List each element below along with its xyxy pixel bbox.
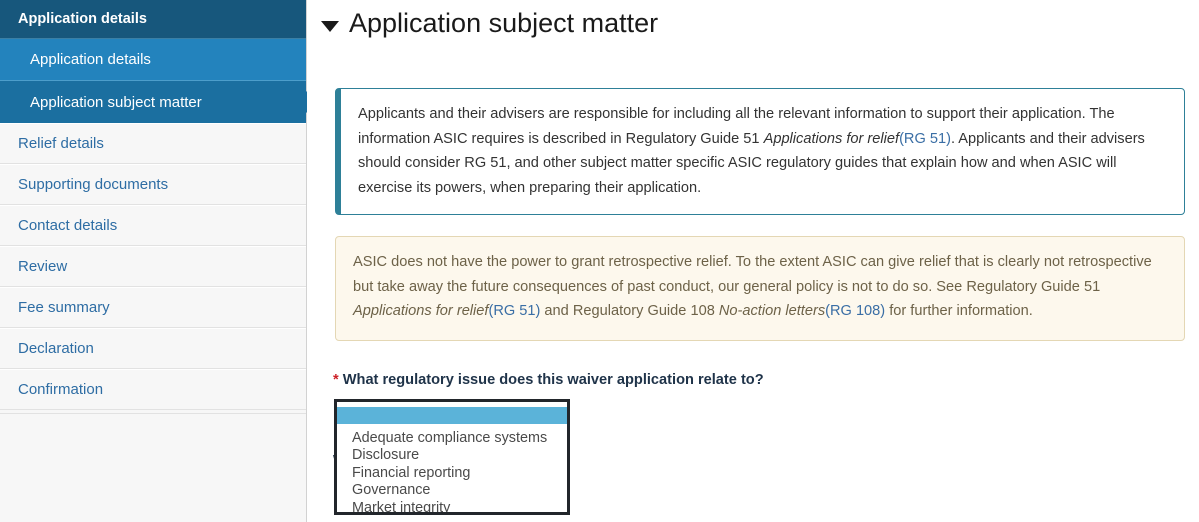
required-field-marker: * (333, 372, 339, 388)
dropdown-option-disclosure[interactable]: Disclosure (337, 447, 567, 464)
sidebar-item-contact-details[interactable]: Contact details (0, 205, 306, 246)
sidebar-item-label: Contact details (18, 217, 118, 234)
sidebar-item-label: Declaration (18, 340, 94, 357)
regulatory-issue-dropdown[interactable]: Adequate compliance systems Disclosure F… (334, 399, 570, 515)
sidebar-item-label: Confirmation (18, 381, 104, 398)
caret-down-icon[interactable] (321, 20, 339, 32)
sidebar-navigation: Application details Application details … (0, 0, 318, 522)
warning-text-part1: ASIC does not have the power to grant re… (353, 254, 1152, 295)
dropdown-option-financial-reporting[interactable]: Financial reporting (337, 465, 567, 482)
dropdown-option-market-integrity[interactable]: Market integrity (337, 500, 567, 512)
main-content: Application subject matter Applicants an… (307, 0, 1199, 522)
rg51-link[interactable]: (RG 51) (488, 303, 540, 319)
sidebar-item-label: Application subject matter (30, 93, 202, 111)
dropdown-option-adequate-compliance-systems[interactable]: Adequate compliance systems (337, 430, 567, 447)
sidebar-section-header-label: Application details (18, 11, 147, 27)
warning-panel: ASIC does not have the power to grant re… (335, 236, 1185, 341)
info-regulatory-guide-title: Applications for relief (763, 130, 900, 147)
warning-text-part2: and Regulatory Guide 108 (540, 303, 719, 319)
warning-text-part3: for further information. (885, 303, 1033, 319)
sidebar-item-application-subject-matter[interactable]: Application subject matter (0, 81, 318, 123)
sidebar-item-declaration[interactable]: Declaration (0, 328, 306, 369)
question-text: What regulatory issue does this waiver a… (342, 372, 764, 388)
sidebar-item-confirmation[interactable]: Confirmation (0, 369, 306, 410)
rg108-link[interactable]: (RG 108) (825, 303, 885, 319)
sidebar-empty-area (0, 413, 306, 522)
sidebar-section-header-application-details: Application details (0, 0, 306, 39)
dropdown-option-blank-selected[interactable] (337, 407, 567, 424)
page-title: Application subject matter (349, 8, 659, 38)
warning-regulatory-guide-title: Applications for relief (353, 303, 489, 319)
warning-no-action-letters-title: No-action letters (718, 303, 826, 319)
information-panel: Applicants and their advisers are respon… (335, 88, 1185, 215)
sidebar-item-label: Fee summary (18, 299, 110, 316)
page-header: Application subject matter (307, 0, 1199, 40)
sidebar-item-relief-details[interactable]: Relief details (0, 123, 306, 164)
sidebar-item-label: Relief details (18, 135, 104, 152)
dropdown-option-governance[interactable]: Governance (337, 482, 567, 499)
rg51-link[interactable]: (RG 51) (899, 131, 951, 147)
sidebar-item-application-details[interactable]: Application details (0, 39, 306, 81)
dropdown-option-list: Adequate compliance systems Disclosure F… (337, 424, 567, 512)
sidebar-item-label: Application details (30, 51, 151, 68)
regulatory-issue-question-label: * What regulatory issue does this waiver… (333, 372, 764, 388)
sidebar-item-label: Review (18, 258, 68, 275)
sidebar-item-supporting-documents[interactable]: Supporting documents (0, 164, 306, 205)
sidebar-item-fee-summary[interactable]: Fee summary (0, 287, 306, 328)
sidebar-item-label: Supporting documents (18, 176, 169, 193)
sidebar-item-review[interactable]: Review (0, 246, 306, 287)
